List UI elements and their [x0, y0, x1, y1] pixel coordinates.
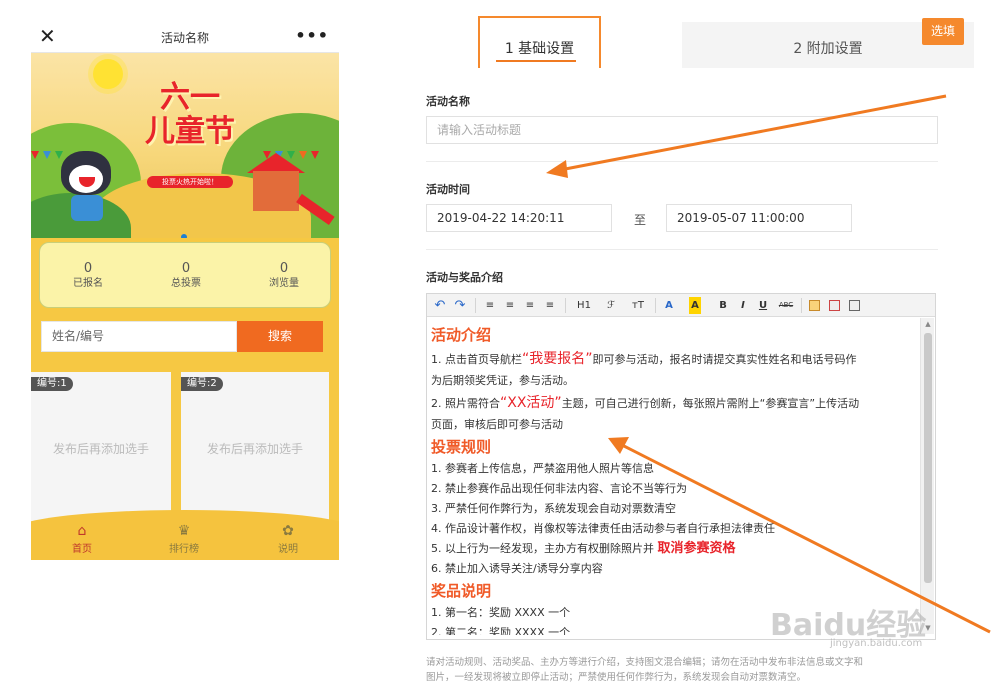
annotation-arrow: [559, 94, 947, 172]
watermark-url: jingyan.baidu.com: [830, 638, 923, 649]
arrowhead: [546, 160, 568, 178]
annotation-arrows: [546, 94, 991, 634]
